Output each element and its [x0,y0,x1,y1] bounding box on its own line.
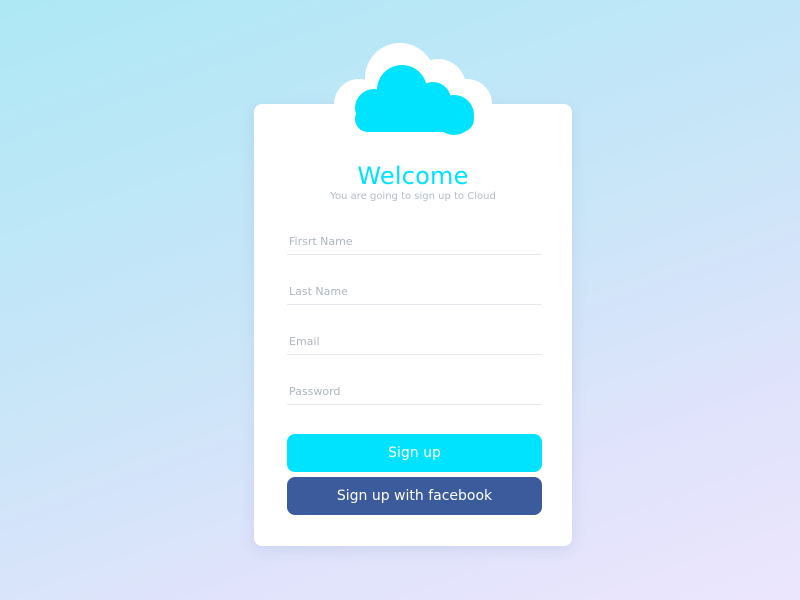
page-subtitle: You are going to sign up to Cloud [330,191,496,202]
first-name-field [287,228,542,255]
password-input[interactable] [287,378,542,404]
last-name-field [287,278,542,305]
cloud-icon [334,43,492,140]
email-input[interactable] [287,328,542,354]
last-name-input[interactable] [287,278,542,304]
signup-button[interactable]: Sign up [287,434,542,472]
password-field [287,378,542,405]
page-title: Welcome [357,162,469,190]
email-field [287,328,542,355]
page-background: Welcome You are going to sign up to Clou… [0,0,800,600]
logo-badge [334,40,494,140]
facebook-signup-button[interactable]: Sign up with facebook [287,477,542,515]
first-name-input[interactable] [287,228,542,254]
